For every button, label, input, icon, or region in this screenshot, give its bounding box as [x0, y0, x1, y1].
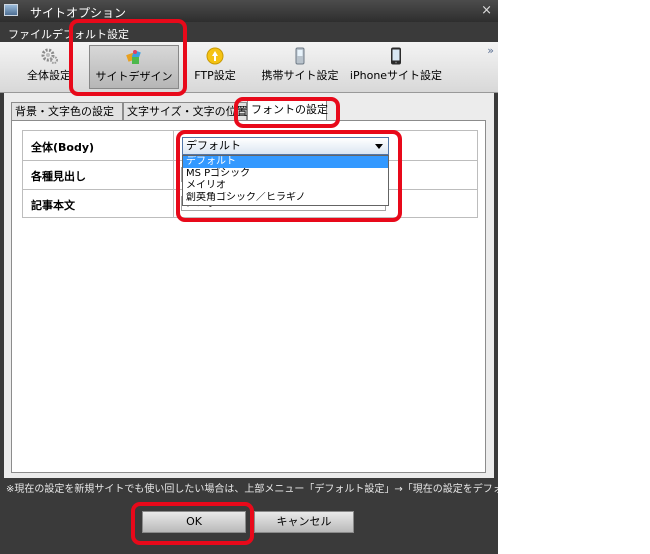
iphone-icon: [391, 47, 401, 65]
combobox-value: デフォルト: [186, 139, 241, 152]
tab-background-text-color[interactable]: 背景・文字色の設定: [11, 102, 123, 120]
font-option-meiryo[interactable]: メイリオ: [183, 180, 388, 192]
font-dropdown-list: デフォルト MS Pゴシック メイリオ 創英角ゴシック／ヒラギノ: [182, 155, 389, 206]
font-option-default[interactable]: デフォルト: [183, 156, 388, 168]
chevron-down-icon[interactable]: [375, 144, 383, 149]
toolbar-overflow-chevron[interactable]: »: [487, 44, 494, 57]
site-options-window: サイトオプション × ファイル デフォルト設定 全体設定 サイトデザイン FTP…: [0, 0, 498, 554]
tab-font-settings[interactable]: フォントの設定: [247, 100, 328, 121]
design-icon: [126, 50, 141, 64]
cancel-button[interactable]: キャンセル: [254, 511, 354, 533]
toolbar-ftp-settings[interactable]: FTP設定: [186, 45, 244, 89]
menu-default-settings[interactable]: デフォルト設定: [52, 26, 129, 42]
title-bar: サイトオプション ×: [0, 0, 498, 22]
toolbar-site-design[interactable]: サイトデザイン: [89, 45, 179, 89]
close-button[interactable]: ×: [481, 3, 492, 18]
row-label: 全体(Body): [31, 141, 95, 154]
hint-text: ※現在の設定を新規サイトでも使い回したい場合は、上部メニュー「デフォルト設定」→…: [0, 481, 498, 499]
toolbar-label: 全体設定: [27, 69, 71, 82]
toolbar-label: FTP設定: [194, 69, 236, 82]
body-font-combobox[interactable]: デフォルト: [182, 137, 389, 155]
menu-file[interactable]: ファイル: [8, 26, 52, 42]
toolbar: 全体設定 サイトデザイン FTP設定 携帯サイト設定 iPhoneサイト設定 »: [0, 42, 498, 93]
toolbar-iphone-site-settings[interactable]: iPhoneサイト設定: [348, 45, 444, 89]
gear-icon: [41, 48, 58, 64]
app-icon: [4, 4, 18, 16]
menu-bar: ファイル デフォルト設定: [0, 22, 498, 42]
row-label: 記事本文: [31, 199, 75, 212]
tab-text-size-position[interactable]: 文字サイズ・文字の位置: [123, 102, 248, 120]
toolbar-label: サイトデザイン: [95, 70, 173, 83]
font-option-ms-pgothic[interactable]: MS Pゴシック: [183, 168, 388, 180]
toolbar-mobile-site-settings[interactable]: 携帯サイト設定: [256, 45, 344, 89]
ftp-icon: [206, 47, 224, 65]
ok-button[interactable]: OK: [142, 511, 246, 533]
toolbar-label: iPhoneサイト設定: [349, 69, 443, 82]
font-option-soei-kaku-gothic[interactable]: 創英角ゴシック／ヒラギノ: [183, 192, 388, 204]
mobile-phone-icon: [295, 47, 305, 65]
row-label: 各種見出し: [31, 170, 86, 183]
window-title: サイトオプション: [30, 6, 127, 20]
toolbar-label: 携帯サイト設定: [261, 69, 339, 82]
toolbar-general-settings[interactable]: 全体設定: [18, 45, 80, 89]
